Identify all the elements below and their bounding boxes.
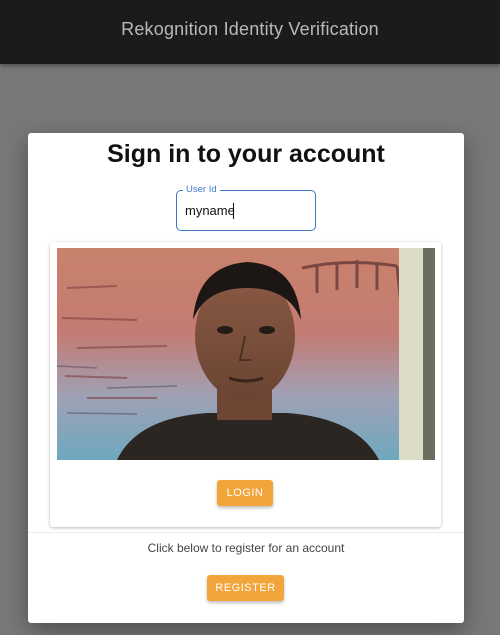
camera-card: LOGIN [50, 242, 441, 527]
app-bar: Rekognition Identity Verification [0, 0, 500, 64]
register-prompt: Click below to register for an account [147, 541, 345, 555]
webcam-video [57, 248, 435, 460]
user-id-field[interactable]: User Id [176, 184, 316, 231]
sign-in-dialog: Sign in to your account User Id myname L… [28, 133, 464, 623]
user-id-input[interactable] [185, 202, 305, 220]
user-id-label: User Id [183, 184, 220, 195]
app-title: Rekognition Identity Verification [121, 18, 379, 39]
text-cursor [233, 203, 234, 219]
login-button[interactable]: LOGIN [217, 480, 273, 506]
dialog-heading: Sign in to your account [107, 140, 385, 168]
webcam-frame-illustration [57, 248, 435, 460]
register-button[interactable]: REGISTER [207, 575, 284, 601]
divider [28, 532, 464, 533]
